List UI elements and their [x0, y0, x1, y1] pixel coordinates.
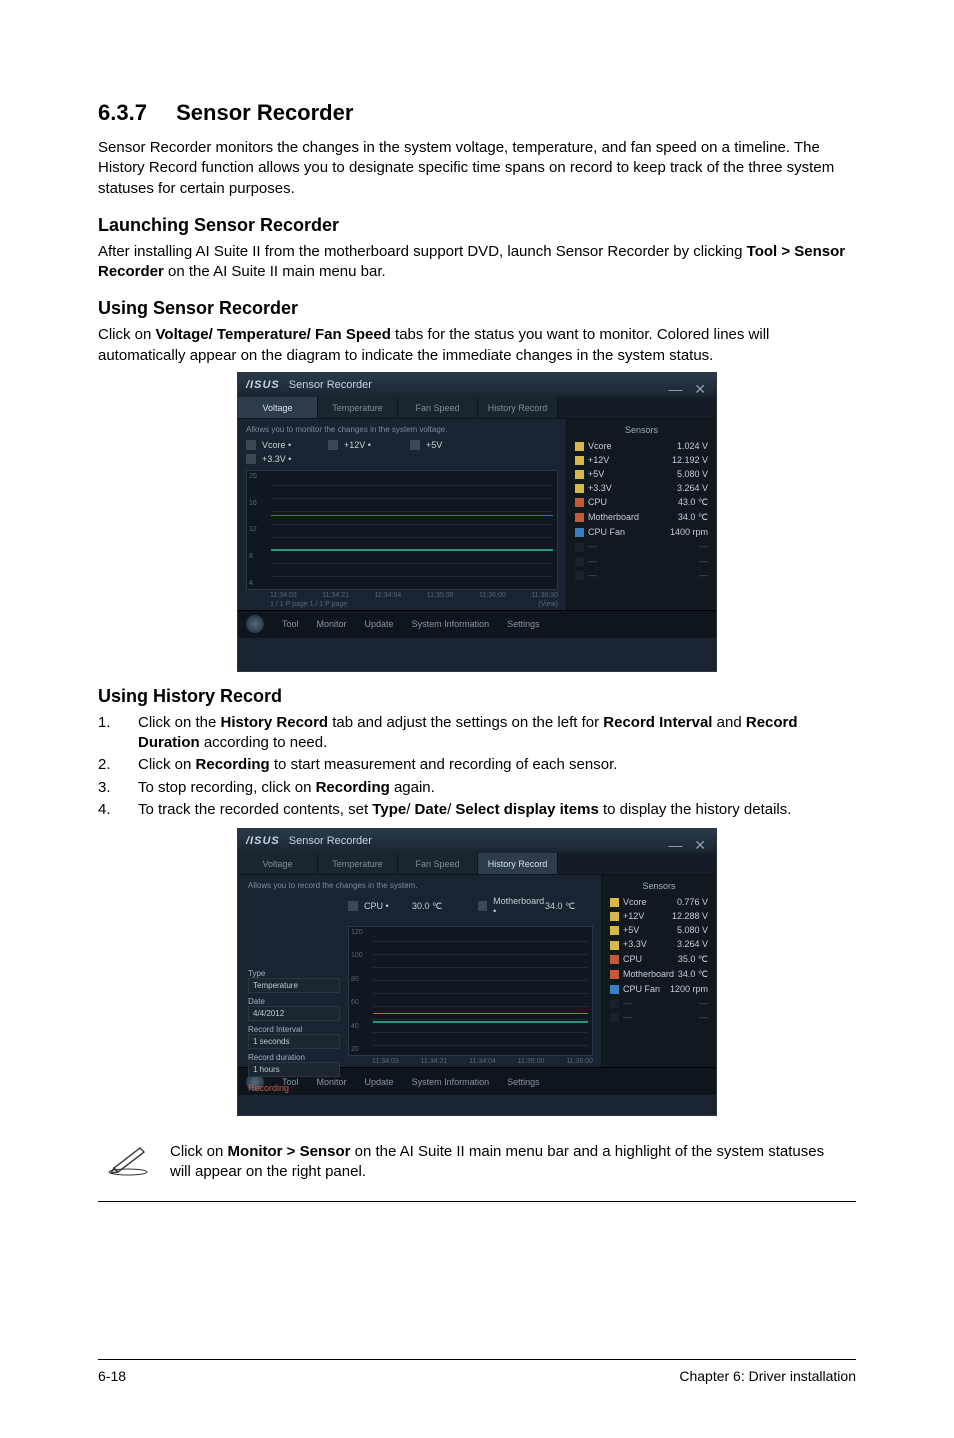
type-label: Type	[248, 969, 340, 978]
vrow-cpu[interactable]: CPU •30.0 ℃	[348, 896, 460, 916]
history-side-options: Type Temperature Date 4/4/2012 Record In…	[248, 969, 340, 1093]
duration-input[interactable]: 1 hours	[248, 1062, 340, 1077]
launch-text-a: After installing AI Suite II from the mo…	[98, 243, 747, 260]
vrow-5v[interactable]: +5V	[410, 440, 474, 450]
note-text: Click on Monitor > Sensor on the AI Suit…	[170, 1142, 848, 1183]
page-number: 6-18	[98, 1368, 126, 1384]
sensor-row: +5V5.080 V	[575, 469, 708, 479]
window-controls[interactable]: — ✕	[668, 377, 710, 401]
use-heading: Using Sensor Recorder	[98, 298, 856, 319]
sensor-row: ——	[575, 556, 708, 566]
recording-button[interactable]: Recording	[248, 1083, 340, 1093]
app-title: Sensor Recorder	[289, 835, 372, 847]
sensors-panel: Sensors Vcore0.776 V +12V12.288 V +5V5.0…	[601, 875, 716, 1067]
step-2: 2.Click on Recording to start measuremen…	[98, 755, 856, 775]
step-4: 4.To track the recorded contents, set Ty…	[98, 800, 856, 820]
brand-logo: /ISUS	[246, 835, 280, 847]
window-titlebar: /ISUS Sensor Recorder — ✕	[238, 373, 716, 397]
section-title-text: Sensor Recorder	[176, 100, 353, 125]
sensor-row: Vcore1.024 V	[575, 441, 708, 451]
tab-fan-speed[interactable]: Fan Speed	[398, 397, 478, 418]
tab-temperature[interactable]: Temperature	[318, 397, 398, 418]
footer-settings[interactable]: Settings	[507, 619, 540, 629]
history-steps: 1.Click on the History Record tab and ad…	[98, 713, 856, 820]
plot-yticks: 20161284	[249, 471, 269, 589]
plot-xticks: 11:34:0311:34:2111:34:0411:35:0011:36:00…	[246, 592, 558, 599]
date-label: Date	[248, 997, 340, 1006]
plot-pager: 1 / 1 P page 1 / 1 P page(View)	[246, 601, 558, 608]
section-number: 6.3.7	[98, 100, 170, 126]
intro-text: Sensor Recorder monitors the changes in …	[98, 138, 856, 199]
sensor-recorder-screenshot-voltage: /ISUS Sensor Recorder — ✕ Voltage Temper…	[237, 372, 717, 672]
tab-temperature[interactable]: Temperature	[318, 853, 398, 874]
vrow-vcore[interactable]: Vcore •	[246, 440, 310, 450]
sensor-row: CPU43.0 ℃	[575, 497, 708, 508]
history-heading: Using History Record	[98, 686, 856, 707]
page-footer: 6-18 Chapter 6: Driver installation	[98, 1359, 856, 1384]
interval-label: Record Interval	[248, 1025, 340, 1034]
sensor-row: +12V12.192 V	[575, 455, 708, 465]
sensor-row: ——	[575, 570, 708, 580]
tab-fan-speed[interactable]: Fan Speed	[398, 853, 478, 874]
step-3: 3.To stop recording, click on Recording …	[98, 778, 856, 798]
sensors-panel: Sensors Vcore1.024 V +12V12.192 V +5V5.0…	[566, 419, 716, 610]
vrow-mb[interactable]: Motherboard •34.0 ℃	[478, 896, 593, 916]
launch-text-b: on the AI Suite II main menu bar.	[164, 263, 386, 280]
pencil-icon	[106, 1142, 150, 1176]
tab-history-record[interactable]: History Record	[478, 397, 558, 418]
chapter-title: Chapter 6: Driver installation	[679, 1368, 856, 1384]
window-controls[interactable]: — ✕	[668, 833, 710, 857]
footer-update[interactable]: Update	[365, 1077, 394, 1087]
sensor-row: ——	[575, 541, 708, 551]
type-select[interactable]: Temperature	[248, 978, 340, 993]
vrow-3v3[interactable]: +3.3V •	[246, 454, 558, 464]
step-1: 1.Click on the History Record tab and ad…	[98, 713, 856, 754]
plot-xticks: 11:34:0311:34:2111:34:0411:35:0011:36:00	[348, 1058, 593, 1065]
footer-monitor[interactable]: Monitor	[317, 619, 347, 629]
footer-update[interactable]: Update	[365, 619, 394, 629]
sensors-header: Sensors	[575, 425, 708, 435]
launch-heading: Launching Sensor Recorder	[98, 215, 856, 236]
footer-sysinfo[interactable]: System Information	[412, 619, 490, 629]
tab-history-record[interactable]: History Record	[478, 853, 558, 874]
section-heading: 6.3.7 Sensor Recorder	[98, 100, 856, 126]
tab-voltage[interactable]: Voltage	[238, 397, 318, 418]
note-box: Click on Monitor > Sensor on the AI Suit…	[98, 1130, 856, 1202]
duration-label: Record duration	[248, 1053, 340, 1062]
footer-settings[interactable]: Settings	[507, 1077, 540, 1087]
use-text-a: Click on	[98, 326, 156, 343]
voltage-note: Allows you to monitor the changes in the…	[246, 425, 558, 434]
app-logo-icon	[246, 615, 264, 633]
footer-sysinfo[interactable]: System Information	[412, 1077, 490, 1087]
sensor-recorder-screenshot-history: /ISUS Sensor Recorder — ✕ Voltage Temper…	[237, 828, 717, 1116]
sensor-row: Motherboard34.0 ℃	[575, 512, 708, 523]
launch-text: After installing AI Suite II from the mo…	[98, 242, 856, 283]
footer-tool[interactable]: Tool	[282, 619, 299, 629]
history-note: Allows you to record the changes in the …	[248, 881, 593, 890]
tab-voltage[interactable]: Voltage	[238, 853, 318, 874]
sensors-header: Sensors	[610, 881, 708, 891]
brand-logo: /ISUS	[246, 379, 280, 391]
window-titlebar: /ISUS Sensor Recorder — ✕	[238, 829, 716, 853]
use-text: Click on Voltage/ Temperature/ Fan Speed…	[98, 325, 856, 366]
sensor-row: +3.3V3.264 V	[575, 483, 708, 493]
tab-strip: Voltage Temperature Fan Speed History Re…	[238, 853, 716, 875]
sensor-row: CPU Fan1400 rpm	[575, 527, 708, 537]
use-bold: Voltage/ Temperature/ Fan Speed	[156, 326, 391, 343]
app-footer: Tool Monitor Update System Information S…	[238, 610, 716, 638]
app-title: Sensor Recorder	[289, 379, 372, 391]
tab-strip: Voltage Temperature Fan Speed History Re…	[238, 397, 716, 419]
voltage-plot: 20161284	[246, 470, 558, 590]
date-select[interactable]: 4/4/2012	[248, 1006, 340, 1021]
vrow-12v[interactable]: +12V •	[328, 440, 392, 450]
interval-input[interactable]: 1 seconds	[248, 1034, 340, 1049]
history-plot: 12010080604020	[348, 926, 593, 1056]
